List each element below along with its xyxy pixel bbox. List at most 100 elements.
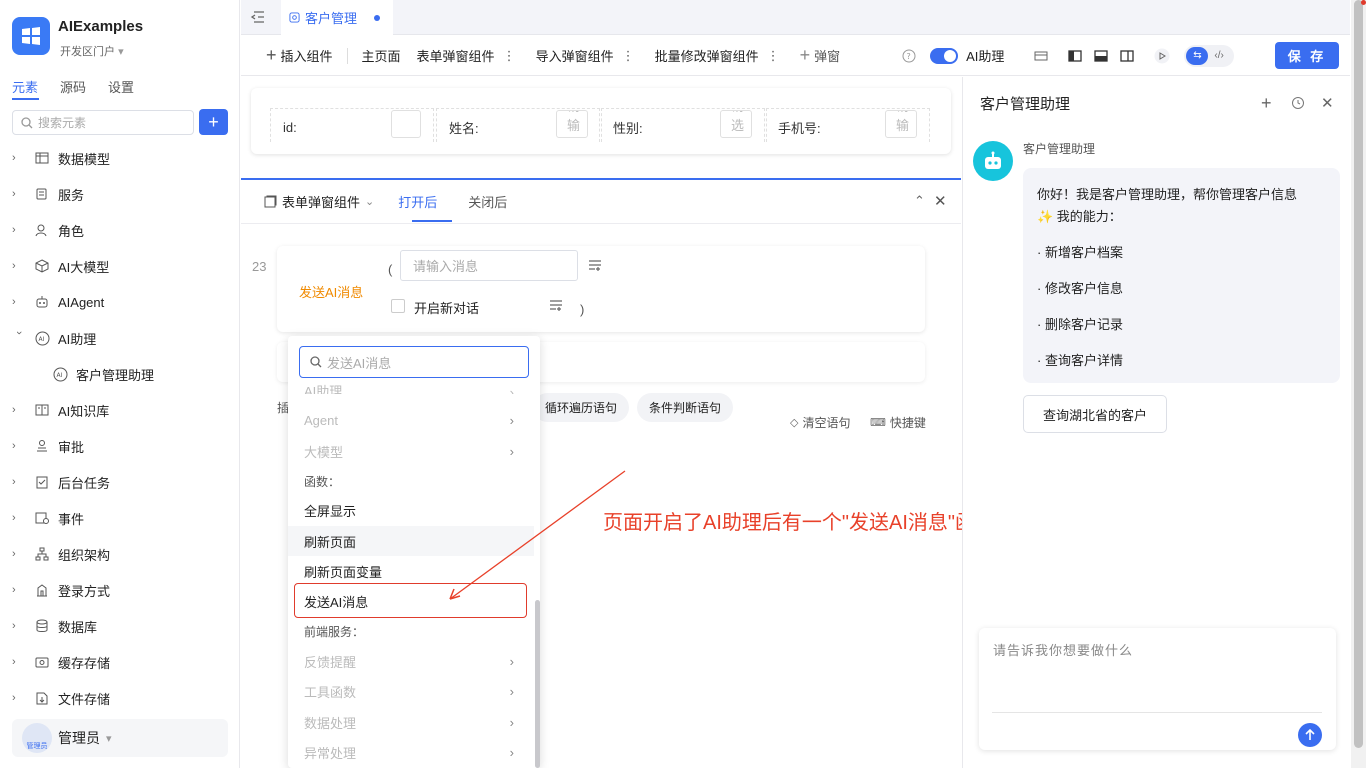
tree-item-label: 客户管理助理 [76,367,155,383]
collapse-up-icon[interactable]: ⌃ [914,193,925,209]
chevron-right-icon: › [509,385,514,394]
import-dialog-button[interactable]: 导入弹窗组件 ⋮ [536,46,635,65]
tree-item-ai-model[interactable]: › AI大模型 [0,248,240,284]
help-icon[interactable]: ? [902,49,916,63]
tab-after-open[interactable]: 打开后 [398,192,437,211]
component-selector[interactable]: 表单弹窗组件 ⌄ [264,192,374,211]
tree-item-label: 角色 [58,223,85,239]
eraser-icon: ◇ [790,417,799,429]
message-input[interactable]: 请输入消息 [400,250,578,281]
layout-top-icon[interactable] [1034,49,1048,63]
dropdown-item-data[interactable]: 数据处理 › [288,707,534,737]
chat-input-placeholder: 请告诉我你想要做什么 [993,643,1134,658]
batch-dialog-button[interactable]: 批量修改弹窗组件 ⋮ [655,46,780,65]
tree-item-ai-assistant[interactable]: › AI AI助理 [0,320,240,356]
view-mode-switch[interactable]: ⇆ ‹/› [1184,44,1235,67]
gender-select[interactable]: 请选择 [720,110,752,138]
loop-statement-chip[interactable]: 循环遍历语句 [533,393,629,422]
dropdown-item-feedback[interactable]: 反馈提醒 › [288,646,534,676]
ai-icon: AI [34,330,50,346]
preview-play-icon[interactable] [1154,48,1170,64]
tree-item-service[interactable]: › 服务 [0,176,240,212]
tree-item-background-task[interactable]: › 后台任务 [0,464,240,500]
window-scrollbar-thumb[interactable] [1354,0,1363,748]
toggle-switch [930,47,959,64]
phone-input[interactable]: 请输入 [885,110,917,138]
ai-assistant-toggle[interactable]: AI助理 [930,46,1004,65]
tree-item-database[interactable]: › 数据库 [0,608,240,644]
active-tab-indicator [12,98,39,100]
main-page-button[interactable]: 主页面 [362,46,401,65]
new-chat-checkbox[interactable] [391,299,405,313]
avatar-text: 管理员 [26,743,48,750]
dropdown-item-exception[interactable]: 异常处理 › [288,737,534,767]
tree-item-org[interactable]: › 组织架构 [0,536,240,572]
item-label: 刷新页面 [304,534,357,550]
service-icon [34,186,50,202]
function-name[interactable]: 发送AI消息 [299,282,363,301]
tab-after-close[interactable]: 关闭后 [468,192,507,211]
quick-question-button[interactable]: 查询湖北省的客户 [1023,395,1167,433]
form-dialog-label: 表单弹窗组件 [416,49,495,64]
shortcut-button[interactable]: ⌨ 快捷键 [870,414,926,431]
dropdown-item-tools[interactable]: 工具函数 › [288,676,534,706]
tab-settings[interactable]: 设置 [108,77,134,96]
add-element-button[interactable]: + [199,109,228,135]
chevron-right-icon: › [12,476,16,488]
field-label-name: 姓名: [449,120,479,136]
insert-component-button[interactable]: + 插入组件 [266,45,333,66]
item-label: 刷新页面变量 [304,564,383,580]
chevron-right-icon: › [12,260,16,272]
ability-item: · 查询客户详情 [1037,353,1123,368]
item-label: 反馈提醒 [304,654,357,670]
tab-elements[interactable]: 元素 [12,77,38,96]
close-icon[interactable]: ✕ [934,192,947,210]
close-icon[interactable]: ✕ [1321,94,1334,112]
save-button[interactable]: 保 存 [1275,42,1339,69]
layout-bottom-icon[interactable] [1094,49,1109,63]
tree-item-approval[interactable]: › 审批 [0,428,240,464]
expression-icon[interactable] [588,258,602,272]
tree-item-login[interactable]: › 登录方式 [0,572,240,608]
tree-item-role[interactable]: › 角色 [0,212,240,248]
tree-item-data-model[interactable]: › 数据模型 [0,140,240,176]
form-dialog-button[interactable]: 表单弹窗组件 ⋮ [417,46,516,65]
layout-right-icon[interactable] [1120,49,1135,63]
tab-source[interactable]: 源码 [60,77,86,96]
app-logo-icon [12,17,50,55]
new-chat-plus-icon[interactable]: + [1261,93,1272,114]
tree-item-label: AI大模型 [58,259,110,275]
tab-customer-management[interactable]: 客户管理 [281,0,393,35]
panel-divider [241,178,961,180]
field-label-gender: 性别: [613,120,643,136]
tree-item-knowledge-base[interactable]: › AI知识库 [0,392,240,428]
expression-icon[interactable] [549,298,563,312]
history-icon[interactable] [1291,96,1305,110]
more-icon: ⋮ [502,47,516,63]
chevron-right-icon: › [12,440,16,452]
id-input[interactable] [391,110,421,138]
add-dialog-button[interactable]: + 弹窗 [800,45,841,66]
user-menu[interactable]: 管理员 管理员 ▾ [12,719,228,757]
portal-selector[interactable]: 开发区门户 ▾ [60,43,124,59]
tree-item-customer-assistant[interactable]: AI 客户管理助理 [0,356,240,392]
tree-item-event[interactable]: › 事件 [0,500,240,536]
tree-item-ai-agent[interactable]: › AIAgent [0,284,240,320]
layout-left-icon[interactable] [1068,49,1083,63]
book-icon [34,402,50,418]
tree-item-file-storage[interactable]: › 文件存储 [0,680,240,716]
send-button[interactable] [1298,723,1322,747]
dropdown-item-partial[interactable]: AI助理 › [288,380,534,394]
collapse-sidebar-icon[interactable] [250,9,266,25]
tree-item-cache[interactable]: › 缓存存储 [0,644,240,680]
paren-close: ) [580,302,585,317]
clear-statements-button[interactable]: ◇ 清空语句 [790,414,850,431]
cube-icon [34,258,50,274]
function-search-input[interactable]: 发送AI消息 [299,346,529,378]
dropdown-item-agent[interactable]: Agent › [288,405,534,435]
name-input[interactable]: 请输入 [556,110,588,138]
element-search-input[interactable]: 搜索元素 [12,110,194,135]
condition-statement-chip[interactable]: 条件判断语句 [637,393,733,422]
dropdown-item-llm[interactable]: 大模型 › [288,436,534,466]
dropdown-scrollbar[interactable] [535,600,540,768]
